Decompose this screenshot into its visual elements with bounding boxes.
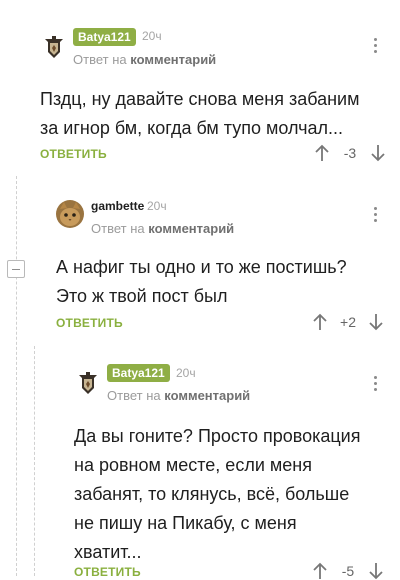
thread-line-level-1 — [16, 176, 17, 576]
user-avatar-crest[interactable] — [74, 369, 102, 397]
upvote-arrow-icon[interactable] — [314, 144, 330, 162]
thread-line-level-2 — [34, 346, 35, 576]
comment-text: А нафиг ты одно и то же постишь? Это ж т… — [56, 257, 347, 306]
user-avatar-cat[interactable] — [56, 200, 84, 228]
reply-to-line: Ответ на комментарий — [91, 221, 235, 236]
collapse-minus-icon — [12, 268, 20, 270]
more-dots-icon[interactable] — [374, 38, 378, 53]
reply-button[interactable]: ОТВЕТИТЬ — [56, 316, 123, 330]
vote-controls: +2 — [312, 313, 384, 331]
downvote-arrow-icon[interactable] — [368, 562, 384, 580]
downvote-arrow-icon[interactable] — [368, 313, 384, 331]
reply-to-comment-link[interactable]: комментарий — [130, 52, 216, 67]
comment-author[interactable]: gambette — [91, 199, 144, 213]
collapse-thread-button[interactable] — [7, 260, 25, 278]
vote-score: -3 — [343, 145, 357, 161]
vote-score: -5 — [341, 563, 355, 579]
reply-button[interactable]: ОТВЕТИТЬ — [40, 147, 107, 161]
reply-to-line: Ответ на комментарий — [73, 52, 217, 67]
more-dots-icon[interactable] — [374, 376, 378, 391]
downvote-arrow-icon[interactable] — [370, 144, 386, 162]
reply-to-comment-link[interactable]: комментарий — [148, 221, 234, 236]
comment-time: 20ч — [142, 29, 162, 43]
reply-button[interactable]: ОТВЕТИТЬ — [74, 565, 141, 579]
comment-text: Пздц, ну давайте снова меня забаним за и… — [40, 89, 360, 138]
upvote-arrow-icon[interactable] — [312, 562, 328, 580]
reply-to-line: Ответ на комментарий — [107, 388, 251, 403]
user-avatar-crest[interactable] — [40, 33, 68, 61]
vote-controls: -3 — [314, 144, 386, 162]
comment-author[interactable]: Batya121 — [107, 364, 170, 382]
more-dots-icon[interactable] — [374, 207, 378, 222]
comment-time: 20ч — [147, 199, 167, 213]
upvote-arrow-icon[interactable] — [312, 313, 328, 331]
comment-author[interactable]: Batya121 — [73, 28, 136, 46]
vote-controls: -5 — [312, 562, 384, 580]
comment-text: Да вы гоните? Просто провокация на ровно… — [74, 426, 361, 562]
reply-to-comment-link[interactable]: комментарий — [164, 388, 250, 403]
comment-time: 20ч — [176, 366, 196, 380]
vote-score: +2 — [340, 314, 356, 330]
